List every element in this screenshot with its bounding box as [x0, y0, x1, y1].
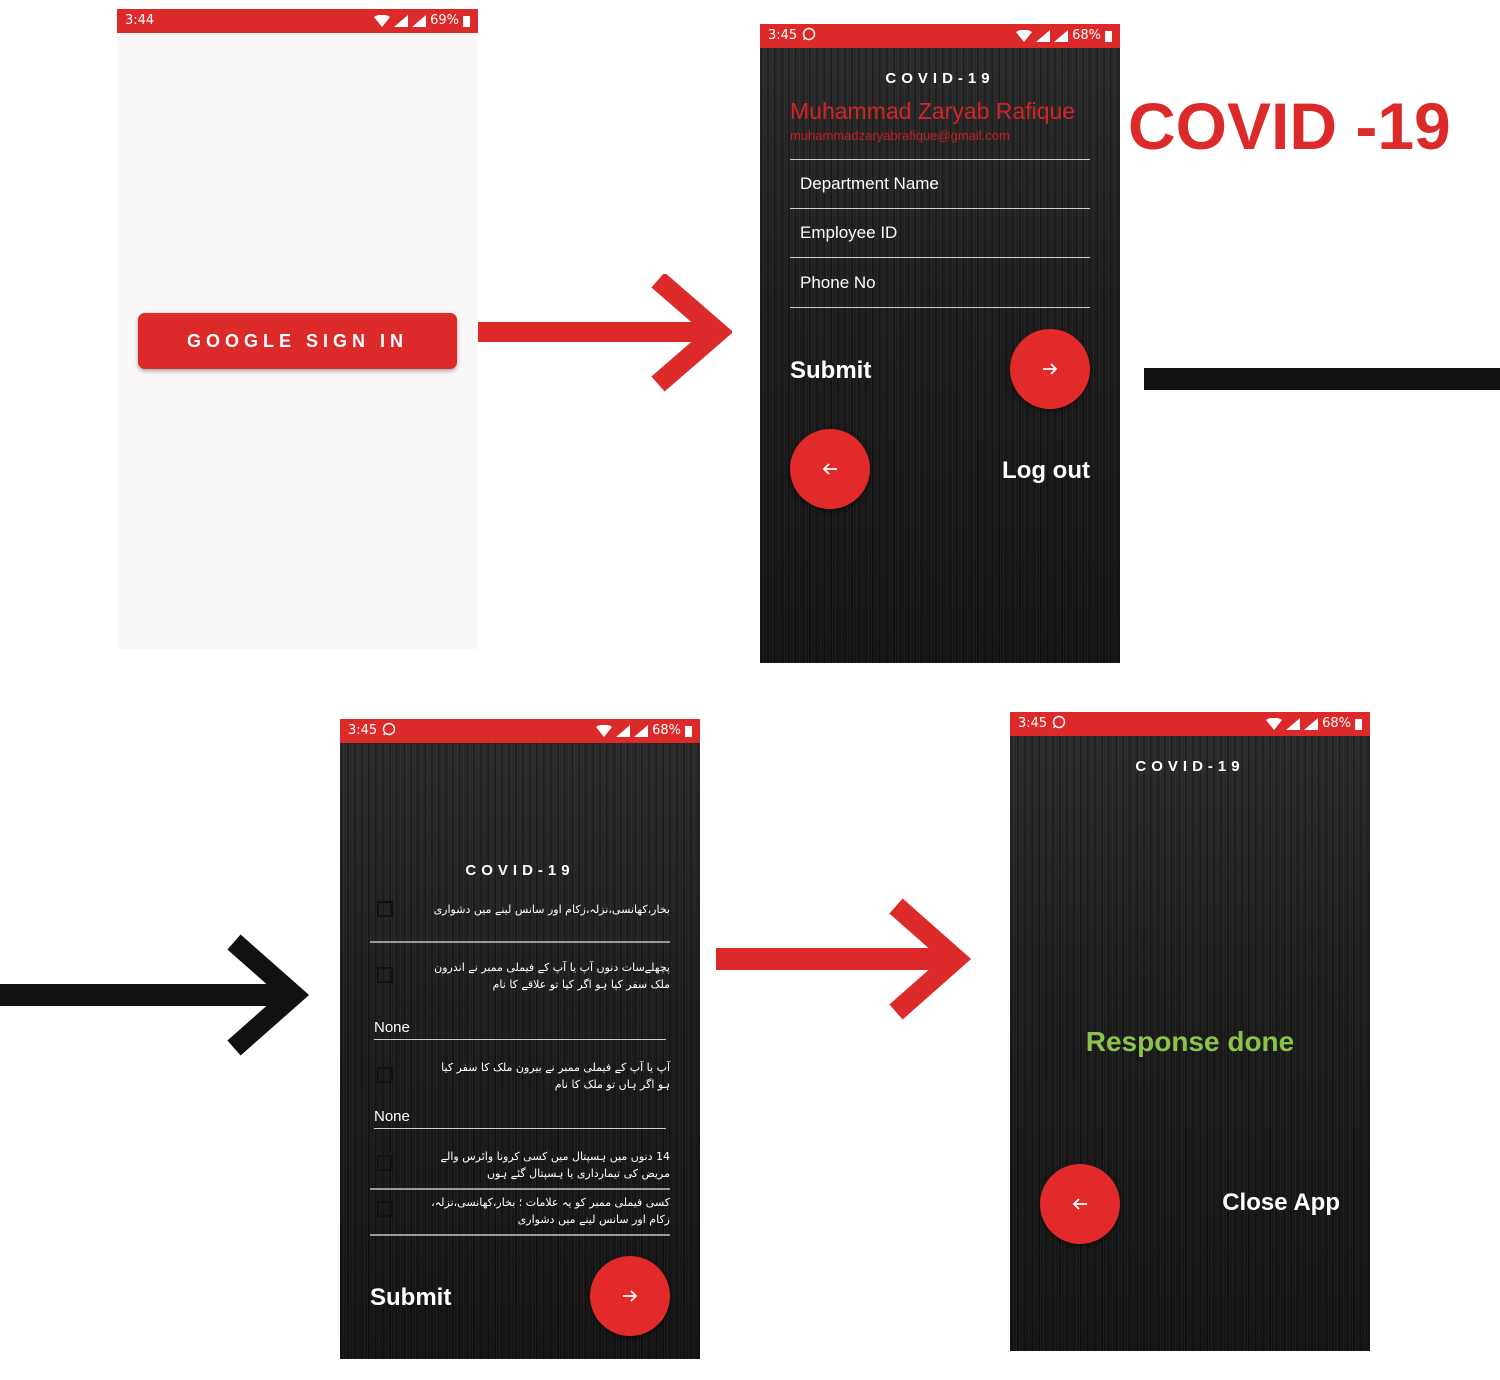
- status-bar: 3:45 68%: [1010, 712, 1370, 736]
- back-button[interactable]: [1040, 1164, 1120, 1244]
- submit-label: Submit: [790, 357, 872, 384]
- question-foreign-travel: آپ یا آپ کے فیملی ممبر نے بیرون ملک کا س…: [370, 1057, 670, 1117]
- checkbox-symptoms[interactable]: [377, 901, 393, 917]
- signal-icon: [1054, 29, 1069, 42]
- checkbox-hospital-visit[interactable]: [377, 1155, 393, 1171]
- question-hospital-visit: 14 دنوں میں ہسپتال میں کسی کرونا وائرس و…: [370, 1147, 670, 1191]
- question-divider: [370, 1234, 670, 1236]
- department-field[interactable]: Department Name: [790, 160, 1090, 209]
- submit-button[interactable]: [590, 1256, 670, 1336]
- covid-heading: COVID -19: [1128, 89, 1451, 163]
- wifi-icon: [596, 724, 613, 737]
- input-underline: [374, 1039, 666, 1040]
- question-text: بخار،کھانسی،نزلہ،زکام اور سانس لینے میں …: [433, 903, 670, 916]
- red-arrow-2-icon: [716, 898, 972, 1020]
- question-text: کسی فیملی ممبر کو یہ علامات ؛ بخار،کھانس…: [431, 1196, 670, 1226]
- google-sign-in-button[interactable]: GOOGLE SIGN IN: [138, 313, 457, 369]
- status-bar: 3:44 69%: [117, 9, 478, 33]
- status-time: 3:45: [768, 28, 798, 43]
- user-name: Muhammad Zaryab Rafique: [790, 98, 1076, 124]
- battery-level: 69%: [430, 13, 459, 28]
- screen-sign-in: 3:44 69% GOOGLE SIGN IN: [117, 9, 478, 649]
- input-underline: [374, 1128, 666, 1129]
- back-button[interactable]: [790, 429, 870, 509]
- question-domestic-travel: پچھلےسات دنوں آپ یا آپ کے فیملی ممبر نے …: [370, 957, 670, 1047]
- question-family-symptoms: کسی فیملی ممبر کو یہ علامات ؛ بخار،کھانس…: [370, 1193, 670, 1239]
- submit-button[interactable]: [1010, 329, 1090, 409]
- wifi-icon: [374, 14, 391, 27]
- question-divider: [370, 941, 670, 943]
- submit-label: Submit: [370, 1284, 452, 1311]
- arrow-left-icon: [822, 463, 837, 475]
- battery-icon: [1355, 718, 1362, 730]
- screen-questionnaire: 3:45 68% COVID-19 بخار،کھانسی،نزلہ،زکام …: [340, 719, 700, 1359]
- arrow-right-icon: [623, 1290, 638, 1302]
- arrow-left-icon: [1072, 1198, 1087, 1210]
- signal-icon: [394, 14, 409, 27]
- foreign-travel-input[interactable]: None: [374, 1108, 410, 1125]
- app-title: COVID-19: [1135, 758, 1245, 775]
- question-text: آپ یا آپ کے فیملی ممبر نے بیرون ملک کا س…: [441, 1061, 670, 1091]
- whatsapp-icon: [802, 27, 816, 41]
- phone-field[interactable]: Phone No: [790, 259, 1090, 308]
- status-time: 3:44: [125, 13, 155, 28]
- battery-icon: [685, 725, 692, 737]
- screen-response: 3:45 68% COVID-19 Response done Close Ap…: [1010, 712, 1370, 1351]
- app-title: COVID-19: [465, 862, 575, 879]
- black-arrow-icon: [0, 934, 310, 1056]
- black-connector-bar: [1144, 368, 1500, 390]
- question-text: 14 دنوں میں ہسپتال میں کسی کرونا وائرس و…: [440, 1150, 670, 1180]
- battery-icon: [463, 15, 470, 27]
- whatsapp-icon: [382, 722, 396, 736]
- red-arrow-1-icon: [478, 274, 732, 392]
- battery-level: 68%: [652, 723, 681, 738]
- wifi-icon: [1266, 717, 1283, 730]
- status-time: 3:45: [1018, 716, 1048, 731]
- signal-icon: [1036, 29, 1051, 42]
- signal-icon: [616, 724, 631, 737]
- close-app-link[interactable]: Close App: [1222, 1189, 1340, 1217]
- arrow-right-icon: [1043, 363, 1058, 375]
- whatsapp-icon: [1052, 715, 1066, 729]
- battery-level: 68%: [1072, 28, 1101, 43]
- screen-profile: 3:45 68% COVID-19 Muhammad Zaryab Rafiqu…: [760, 24, 1120, 663]
- status-bar: 3:45 68%: [760, 24, 1120, 48]
- app-title: COVID-19: [885, 70, 995, 87]
- response-message: Response done: [1085, 1026, 1295, 1057]
- user-email: muhammadzaryabrafique@gmail.com: [790, 128, 1010, 143]
- checkbox-foreign-travel[interactable]: [377, 1067, 393, 1083]
- battery-level: 68%: [1322, 716, 1351, 731]
- battery-icon: [1105, 30, 1112, 42]
- status-time: 3:45: [348, 723, 378, 738]
- checkbox-family-symptoms[interactable]: [377, 1201, 393, 1217]
- question-divider: [370, 1188, 670, 1190]
- checkbox-domestic-travel[interactable]: [377, 967, 393, 983]
- signal-icon: [1304, 717, 1319, 730]
- logout-link[interactable]: Log out: [1002, 457, 1090, 485]
- domestic-travel-input[interactable]: None: [374, 1019, 410, 1036]
- signal-icon: [412, 14, 427, 27]
- employee-id-field[interactable]: Employee ID: [790, 209, 1090, 258]
- wifi-icon: [1016, 29, 1033, 42]
- question-symptoms: بخار،کھانسی،نزلہ،زکام اور سانس لینے میں …: [370, 897, 670, 943]
- signal-icon: [1286, 717, 1301, 730]
- question-text: پچھلےسات دنوں آپ یا آپ کے فیملی ممبر نے …: [434, 961, 670, 991]
- signal-icon: [634, 724, 649, 737]
- status-bar: 3:45 68%: [340, 719, 700, 743]
